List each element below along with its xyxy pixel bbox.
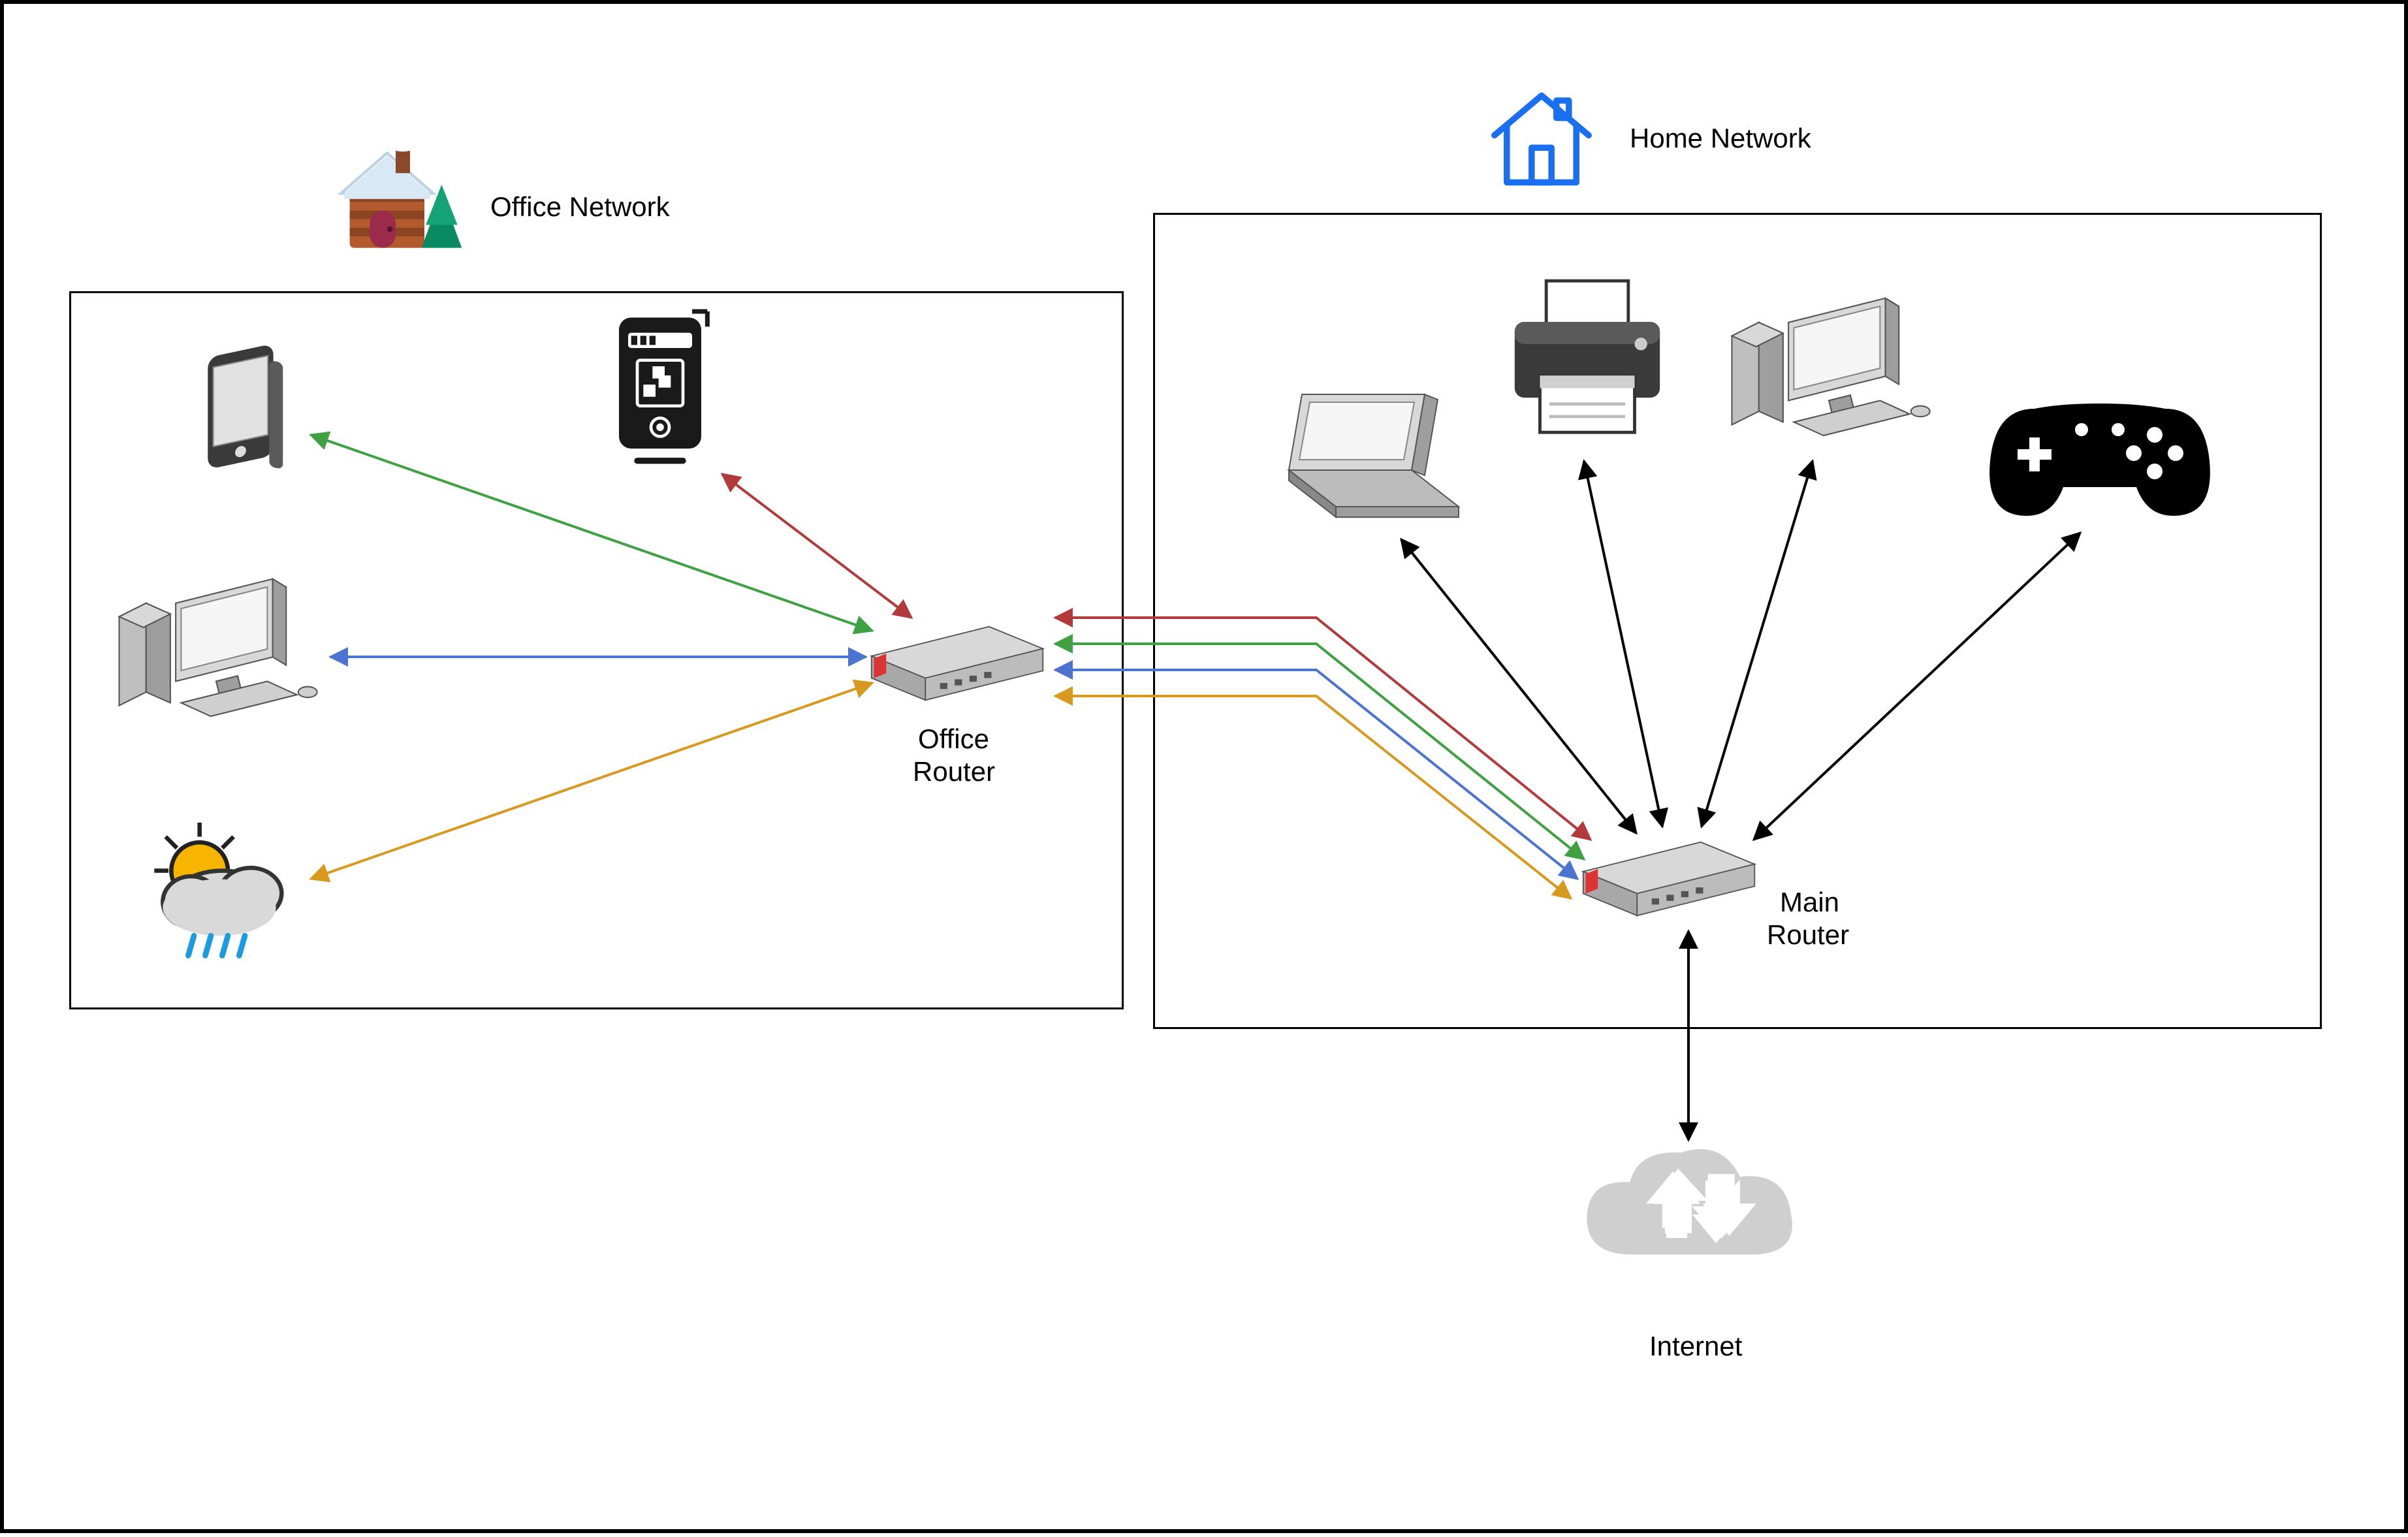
internet-label: Internet — [1649, 1329, 1742, 1364]
main-router-label-2: Router — [1767, 918, 1849, 953]
main-router-label-1: Main — [1780, 885, 1839, 920]
main-router-icon — [1571, 827, 1767, 934]
office-router-label-2: Router — [913, 755, 995, 789]
cloud-arrows-icon — [1630, 1160, 1760, 1267]
house-icon — [1480, 76, 1604, 203]
office-network-title: Office Network — [490, 190, 670, 225]
tablet-icon — [592, 304, 729, 477]
gamepad-icon — [1982, 363, 2217, 536]
smartphone-icon — [193, 330, 304, 484]
diagram-canvas: Office Network Home Network — [0, 0, 2408, 1533]
office-desktop-icon — [108, 559, 324, 745]
weather-icon — [135, 814, 304, 974]
home-network-title: Home Network — [1630, 121, 1811, 156]
home-desktop-icon — [1721, 278, 1937, 464]
office-router-icon — [859, 611, 1055, 719]
laptop-icon — [1258, 376, 1466, 549]
cabin-icon — [324, 121, 467, 268]
office-router-label-1: Office — [918, 722, 989, 757]
printer-icon — [1493, 265, 1682, 458]
